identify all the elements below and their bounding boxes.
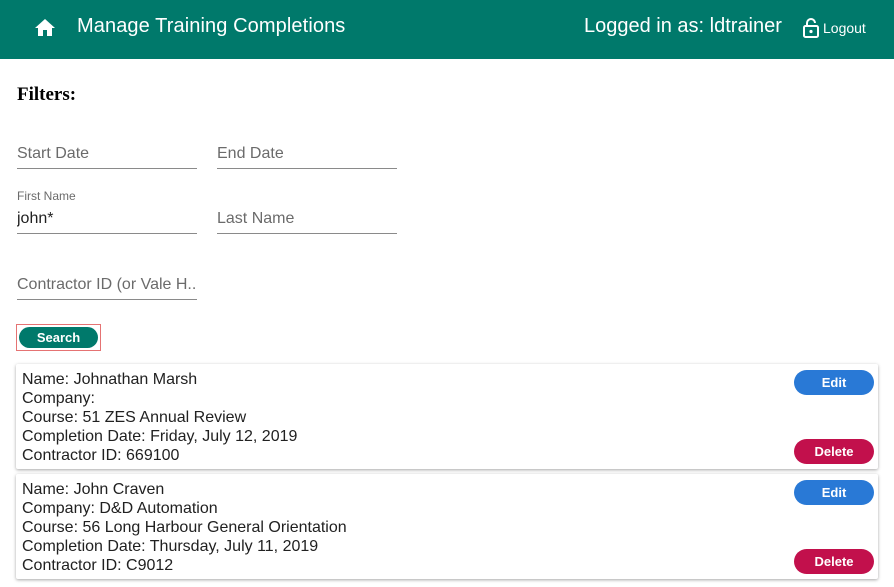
result-name: Name: John Craven	[22, 481, 165, 498]
result-details: Name: Johnathan Marsh Company: Course: 5…	[22, 370, 297, 465]
logged-in-user: Logged in as: ldtrainer	[584, 15, 782, 37]
start-date-field	[17, 129, 197, 169]
contractor-id-field	[17, 260, 197, 300]
result-company: Company:	[22, 390, 95, 407]
first-name-label: First Name	[17, 189, 76, 203]
delete-button[interactable]: Delete	[794, 439, 874, 464]
logout-label: Logout	[823, 20, 866, 36]
lock-open-icon	[803, 18, 819, 38]
edit-button[interactable]: Edit	[794, 370, 874, 395]
app-bar: Manage Training Completions Logged in as…	[0, 0, 894, 59]
result-completion-date: Completion Date: Thursday, July 11, 2019	[22, 538, 319, 555]
result-details: Name: John Craven Company: D&D Automatio…	[22, 480, 347, 575]
first-name-input[interactable]	[17, 208, 197, 234]
search-button[interactable]: Search	[16, 324, 101, 351]
search-button-label: Search	[19, 327, 98, 348]
end-date-input[interactable]	[217, 143, 397, 169]
delete-button[interactable]: Delete	[794, 549, 874, 574]
result-name: Name: Johnathan Marsh	[22, 371, 198, 388]
result-course: Course: 51 ZES Annual Review	[22, 409, 247, 426]
last-name-field	[217, 194, 397, 234]
result-contractor-id: Contractor ID: 669100	[22, 447, 180, 464]
start-date-input[interactable]	[17, 143, 197, 169]
logout-button[interactable]: Logout	[802, 16, 866, 40]
contractor-id-input[interactable]	[17, 274, 197, 300]
last-name-input[interactable]	[217, 208, 397, 234]
home-button[interactable]	[33, 16, 57, 40]
first-name-field: First Name	[17, 189, 197, 234]
result-card: Name: John Craven Company: D&D Automatio…	[16, 474, 878, 579]
result-completion-date: Completion Date: Friday, July 12, 2019	[22, 428, 298, 445]
result-contractor-id: Contractor ID: C9012	[22, 557, 174, 574]
end-date-field	[217, 129, 397, 169]
result-card: Name: Johnathan Marsh Company: Course: 5…	[16, 364, 878, 469]
result-company: Company: D&D Automation	[22, 500, 218, 517]
page-title: Manage Training Completions	[77, 15, 346, 37]
filters-heading: Filters:	[17, 84, 77, 105]
result-course: Course: 56 Long Harbour General Orientat…	[22, 519, 347, 536]
home-icon	[35, 19, 55, 36]
edit-button[interactable]: Edit	[794, 480, 874, 505]
